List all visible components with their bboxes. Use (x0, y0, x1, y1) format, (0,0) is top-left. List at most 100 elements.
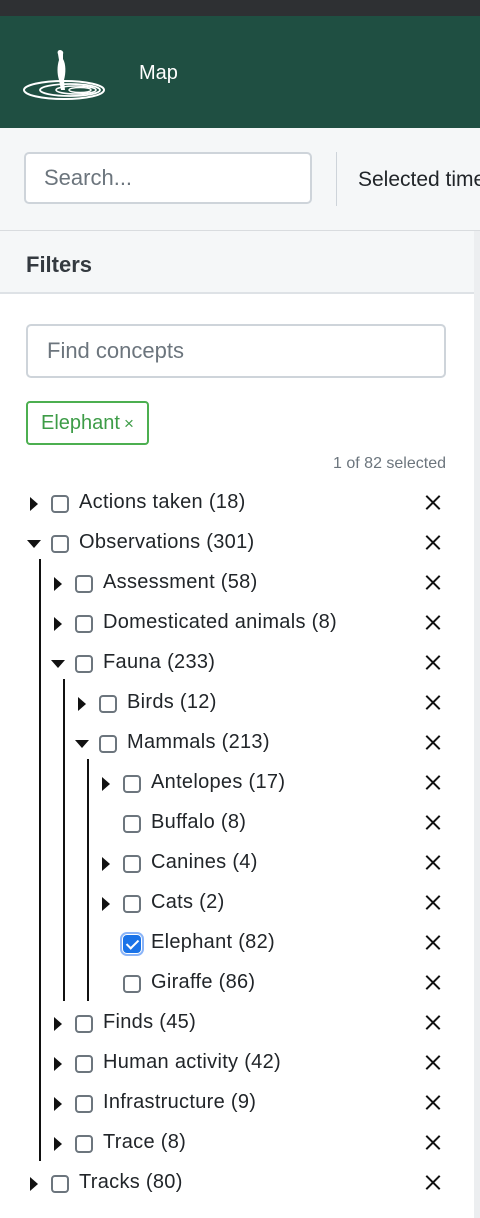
checkbox[interactable] (51, 1175, 69, 1193)
checkbox[interactable] (51, 535, 69, 553)
chip-remove-icon[interactable]: × (124, 414, 134, 433)
checkbox-checked[interactable] (120, 932, 144, 956)
tree-item-label: Cats (2) (151, 891, 225, 913)
checkbox[interactable] (123, 815, 141, 833)
meerkat-logo-icon[interactable] (20, 46, 108, 102)
checkbox[interactable] (75, 1015, 93, 1033)
remove-icon[interactable] (424, 613, 442, 631)
tree-item[interactable]: Finds (45) (0, 1007, 474, 1041)
checkbox[interactable] (123, 855, 141, 873)
caret-right-icon[interactable] (99, 857, 113, 871)
tree-item[interactable]: Tracks (80) (0, 1167, 474, 1201)
tree-item[interactable]: Observations (301) (0, 527, 474, 561)
caret-down-icon[interactable] (75, 737, 89, 751)
tree-item-label: Antelopes (17) (151, 771, 286, 793)
checkbox[interactable] (75, 1095, 93, 1113)
tree-item[interactable]: Elephant (82) (0, 927, 474, 961)
checkbox[interactable] (123, 775, 141, 793)
remove-icon[interactable] (424, 1173, 442, 1191)
tree-item-label: Elephant (82) (151, 931, 275, 953)
tree-item-label: Fauna (233) (103, 651, 216, 673)
remove-icon[interactable] (424, 1133, 442, 1151)
tree-item[interactable]: Birds (12) (0, 687, 474, 721)
caret-right-icon[interactable] (51, 1097, 65, 1111)
tree-item[interactable]: Assessment (58) (0, 567, 474, 601)
remove-icon[interactable] (424, 813, 442, 831)
caret-shape (51, 660, 65, 668)
browser-top-strip (0, 0, 480, 16)
filters-panel: Filters Elephant× 1 of 82 selected Actio… (0, 231, 475, 1218)
caret-right-icon[interactable] (99, 777, 113, 791)
caret-right-icon[interactable] (51, 1017, 65, 1031)
tree-item[interactable]: Cats (2) (0, 887, 474, 921)
caret-shape (54, 1097, 62, 1111)
tree-item[interactable]: Canines (4) (0, 847, 474, 881)
remove-icon[interactable] (424, 933, 442, 951)
find-concepts-input[interactable] (26, 324, 446, 378)
remove-icon[interactable] (424, 533, 442, 551)
checkbox[interactable] (75, 1135, 93, 1153)
tree-item[interactable]: Fauna (233) (0, 647, 474, 681)
checkbox[interactable] (99, 695, 117, 713)
remove-icon[interactable] (424, 733, 442, 751)
remove-icon[interactable] (424, 1013, 442, 1031)
checkbox[interactable] (75, 655, 93, 673)
caret-down-icon[interactable] (27, 537, 41, 551)
tree-item[interactable]: Antelopes (17) (0, 767, 474, 801)
remove-icon[interactable] (424, 573, 442, 591)
caret-shape (54, 577, 62, 591)
tree-item[interactable]: Trace (8) (0, 1127, 474, 1161)
tree-item[interactable]: Infrastructure (9) (0, 1087, 474, 1121)
caret-right-icon[interactable] (51, 1137, 65, 1151)
nav-map-link[interactable]: Map (139, 62, 178, 85)
caret-shape (27, 540, 41, 548)
tree-item-label: Infrastructure (9) (103, 1091, 257, 1113)
chip-label: Elephant (41, 412, 120, 434)
checkbox[interactable] (75, 575, 93, 593)
toolbar: Selected time (0, 128, 480, 231)
checkbox[interactable] (75, 1055, 93, 1073)
tree-item[interactable]: Giraffe (86) (0, 967, 474, 1001)
remove-icon[interactable] (424, 893, 442, 911)
caret-shape (54, 1137, 62, 1151)
caret-right-icon[interactable] (75, 697, 89, 711)
tree-item-label: Giraffe (86) (151, 971, 256, 993)
remove-icon[interactable] (424, 773, 442, 791)
tree-item[interactable]: Mammals (213) (0, 727, 474, 761)
caret-right-icon[interactable] (27, 1177, 41, 1191)
tree-item-label: Trace (8) (103, 1131, 187, 1153)
caret-right-icon[interactable] (99, 897, 113, 911)
checkbox[interactable] (123, 895, 141, 913)
tree-guide-line (63, 679, 65, 1001)
caret-right-icon[interactable] (51, 577, 65, 591)
checkbox[interactable] (123, 975, 141, 993)
caret-shape (54, 1017, 62, 1031)
checkbox[interactable] (75, 615, 93, 633)
search-input[interactable] (24, 152, 312, 204)
caret-shape (78, 697, 86, 711)
caret-right-icon[interactable] (27, 497, 41, 511)
selected-concept-chip[interactable]: Elephant × (26, 401, 149, 445)
caret-down-icon[interactable] (51, 657, 65, 671)
remove-icon[interactable] (424, 1053, 442, 1071)
tree-item[interactable]: Actions taken (18) (0, 487, 474, 521)
remove-icon[interactable] (424, 693, 442, 711)
tree-item-label: Buffalo (8) (151, 811, 247, 833)
tree-item[interactable]: Human activity (42) (0, 1047, 474, 1081)
remove-icon[interactable] (424, 853, 442, 871)
tree-item[interactable]: Domesticated animals (8) (0, 607, 474, 641)
panel-scrollbar[interactable] (474, 231, 480, 1218)
caret-right-icon[interactable] (51, 617, 65, 631)
selected-time-label[interactable]: Selected time (358, 168, 480, 192)
tree-item[interactable]: Buffalo (8) (0, 807, 474, 841)
remove-icon[interactable] (424, 493, 442, 511)
checkbox[interactable] (99, 735, 117, 753)
checkbox[interactable] (51, 495, 69, 513)
remove-icon[interactable] (424, 973, 442, 991)
remove-icon[interactable] (424, 653, 442, 671)
caret-shape (102, 777, 110, 791)
filters-title: Filters (26, 252, 93, 277)
app-header: Map (0, 16, 480, 128)
caret-right-icon[interactable] (51, 1057, 65, 1071)
remove-icon[interactable] (424, 1093, 442, 1111)
